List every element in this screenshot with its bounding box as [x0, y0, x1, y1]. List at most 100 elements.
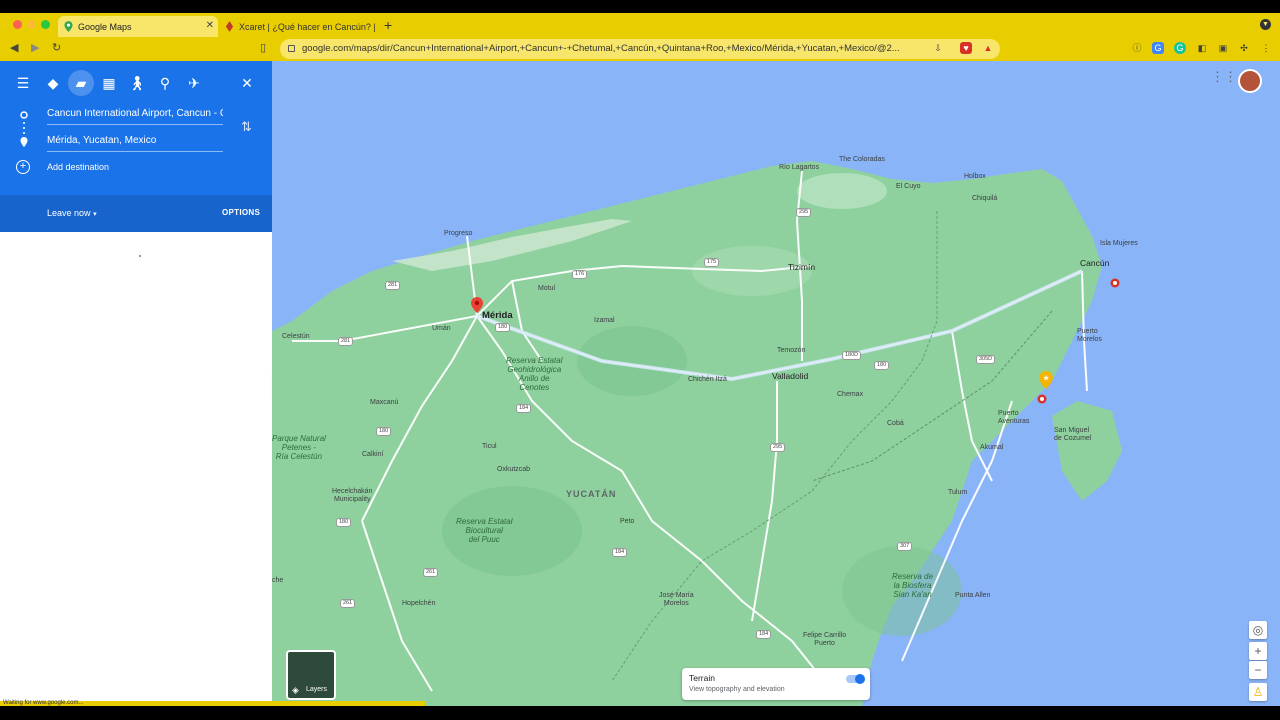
road-shield: 176: [572, 270, 588, 279]
puzzle-icon[interactable]: ✣: [1238, 42, 1250, 54]
swap-icon[interactable]: ⇅: [241, 119, 252, 135]
new-tab-button[interactable]: +: [384, 17, 392, 33]
town-label[interactable]: Cobá: [887, 420, 904, 427]
city-label[interactable]: Cancún: [1080, 258, 1109, 268]
layers-button[interactable]: Layers ◈: [286, 650, 336, 700]
install-app-icon[interactable]: ⇩: [932, 42, 944, 54]
translate-icon[interactable]: G: [1152, 42, 1164, 54]
destination-input[interactable]: Mérida, Yucatan, Mexico: [47, 132, 223, 152]
town-label[interactable]: Temozón: [777, 347, 805, 354]
town-label[interactable]: San Miguel de Cozumel: [1054, 427, 1091, 443]
town-label[interactable]: Umán: [432, 325, 451, 332]
walk-icon[interactable]: 🚶︎: [127, 73, 147, 93]
road-shield: 261: [423, 568, 439, 577]
brave-shield-icon[interactable]: ♥: [960, 42, 972, 54]
town-label[interactable]: Chichén Itzá: [688, 376, 727, 383]
reserve-label[interactable]: Reserva Estatal Biocultural del Puuc: [456, 517, 512, 544]
town-label[interactable]: Chemax: [837, 391, 863, 398]
back-icon[interactable]: ◀: [10, 41, 18, 54]
town-label[interactable]: Oxkutzcab: [497, 466, 530, 473]
town-label[interactable]: Maxcanú: [370, 399, 398, 406]
town-label[interactable]: Calkiní: [362, 451, 383, 458]
zoom-in-button[interactable]: +: [1249, 642, 1267, 660]
menu-icon[interactable]: ☰: [13, 73, 33, 93]
city-label[interactable]: Tizimín: [788, 262, 815, 272]
town-label[interactable]: Puerto Aventuras: [998, 410, 1029, 426]
directions-panel: ☰ ◆ ▰ ▦ 🚶︎ ⚲ ✈︎ ✕ Cancun International A…: [0, 61, 272, 706]
town-label[interactable]: Felipe Carrillo Puerto: [803, 632, 846, 648]
town-label[interactable]: José María Morelos: [659, 592, 694, 608]
add-destination-button[interactable]: Add destination: [47, 162, 109, 172]
town-label[interactable]: The Coloradas: [839, 156, 885, 163]
town-label[interactable]: Motul: [538, 285, 555, 292]
menu-icon[interactable]: ⋮: [1260, 42, 1272, 54]
car-icon[interactable]: ▰: [68, 70, 94, 96]
screen-top-bezel: [0, 0, 1280, 13]
svg-text:★: ★: [1042, 374, 1049, 383]
address-bar[interactable]: google.com/maps/dir/Cancun+International…: [280, 39, 1000, 59]
add-icon[interactable]: +: [16, 160, 30, 174]
town-label[interactable]: Akumal: [980, 444, 1003, 451]
town-label[interactable]: Puerto Morelos: [1077, 328, 1102, 344]
map-canvas[interactable]: ★ Mérida Cancún Valladolid Tizimín Progr…: [272, 61, 1280, 706]
minimize-window-icon[interactable]: [27, 20, 36, 29]
leave-now-label: Leave now: [47, 208, 91, 218]
leave-now-dropdown[interactable]: Leave now ▾: [47, 208, 97, 218]
city-label[interactable]: Mérida: [482, 310, 513, 321]
zoom-out-button[interactable]: −: [1249, 661, 1267, 679]
tab-xcaret[interactable]: Xcaret | ¿Qué hacer en Cancún? | P: [219, 16, 379, 37]
road-shield: 180: [874, 361, 890, 370]
close-directions-icon[interactable]: ✕: [237, 73, 257, 93]
town-label[interactable]: che: [272, 577, 283, 584]
town-label[interactable]: Holbox: [964, 173, 986, 180]
town-label[interactable]: Chiquilá: [972, 195, 997, 202]
town-label[interactable]: Progreso: [444, 230, 472, 237]
info-icon[interactable]: ⓘ: [1131, 42, 1143, 54]
forward-icon[interactable]: ▶: [31, 41, 39, 54]
town-label[interactable]: Hopelchén: [402, 600, 435, 607]
transit-icon[interactable]: ▦: [99, 73, 119, 93]
reserve-label[interactable]: Parque Natural Petenes - Ría Celestún: [272, 434, 326, 461]
rewards-icon[interactable]: ▲: [982, 42, 994, 54]
cast-icon[interactable]: ▣: [1217, 42, 1229, 54]
reserve-label[interactable]: Reserva Estatal Geohidrológica Anillo de…: [506, 356, 562, 392]
terrain-panel: Terrain View topography and elevation: [682, 668, 870, 700]
town-label[interactable]: Celestún: [282, 333, 310, 340]
maps-favicon-icon: [64, 21, 73, 32]
directions-header: ☰ ◆ ▰ ▦ 🚶︎ ⚲ ✈︎ ✕ Cancun International A…: [0, 61, 272, 195]
town-label[interactable]: Río Lagartos: [779, 164, 819, 171]
close-window-icon[interactable]: [13, 20, 22, 29]
grammarly-icon[interactable]: G: [1174, 42, 1186, 54]
tab-search-icon[interactable]: ▼: [1260, 19, 1271, 30]
town-label[interactable]: Hecelchakán Municipality: [332, 488, 372, 504]
town-label[interactable]: Peto: [620, 518, 634, 525]
bookmark-icon[interactable]: ▯: [260, 41, 266, 54]
town-label[interactable]: Punta Allen: [955, 592, 990, 599]
flight-icon[interactable]: ✈︎: [184, 73, 204, 93]
origin-input[interactable]: Cancun International Airport, Cancun - C: [47, 105, 223, 125]
road-shield: 281: [385, 281, 401, 290]
apps-grid-icon[interactable]: ⋮⋮: [1211, 69, 1237, 85]
reserve-label[interactable]: Reserva de la Biosfera Sian Ka'an: [892, 572, 933, 599]
town-label[interactable]: Tulum: [948, 489, 967, 496]
close-tab-icon[interactable]: ✕: [206, 20, 214, 31]
reload-icon[interactable]: ↻: [52, 41, 61, 54]
road-shield: 184: [612, 548, 628, 557]
road-shield: 180: [495, 323, 511, 332]
bike-icon[interactable]: ⚲: [155, 73, 175, 93]
avatar[interactable]: [1238, 69, 1262, 93]
terrain-subtitle: View topography and elevation: [689, 686, 785, 693]
city-label[interactable]: Valladolid: [772, 371, 808, 381]
town-label[interactable]: El Cuyo: [896, 183, 921, 190]
directions-icon[interactable]: ◆: [43, 73, 63, 93]
town-label[interactable]: Izamal: [594, 317, 615, 324]
options-button[interactable]: OPTIONS: [222, 208, 260, 217]
town-label[interactable]: Ticul: [482, 443, 497, 450]
tab-google-maps[interactable]: Google Maps ✕: [58, 16, 218, 37]
extension-icon[interactable]: ◧: [1196, 42, 1208, 54]
town-label[interactable]: Isla Mujeres: [1100, 240, 1138, 247]
my-location-icon[interactable]: ◎: [1249, 621, 1267, 639]
maximize-window-icon[interactable]: [41, 20, 50, 29]
pegman-icon[interactable]: ♙: [1249, 683, 1267, 701]
terrain-toggle[interactable]: [846, 674, 865, 684]
